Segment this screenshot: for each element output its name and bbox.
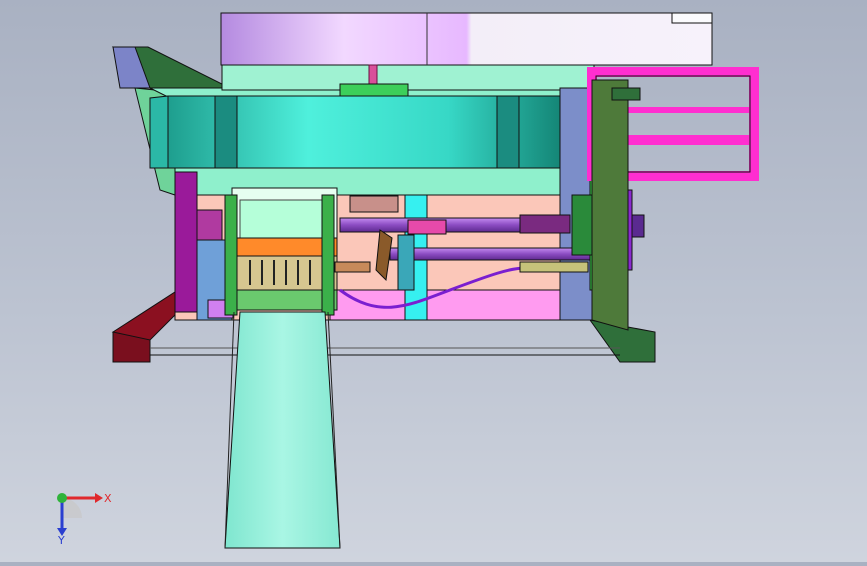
machine-model[interactable] [0,0,867,562]
y-axis-label: Y [57,534,65,547]
x-axis-label: X [104,492,112,505]
right-side-frame[interactable] [591,79,641,331]
y-axis-dot [57,493,67,503]
cylinder-drum[interactable] [149,95,569,169]
cad-viewport[interactable] [0,0,867,562]
top-cover-panel[interactable] [220,12,713,66]
axis-triad: X Y [40,478,120,548]
discharge-chute[interactable] [224,311,341,549]
